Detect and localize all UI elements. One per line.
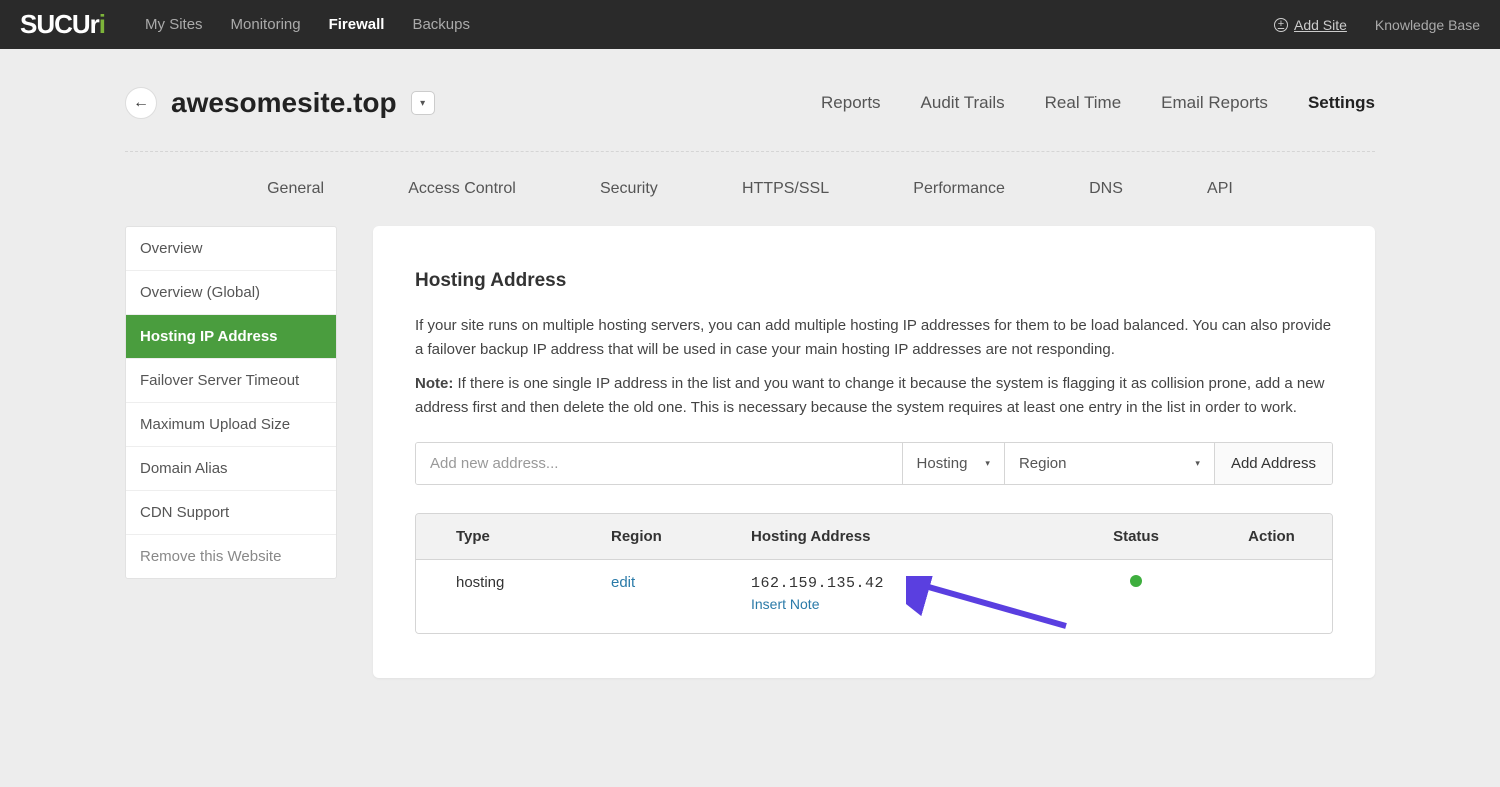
add-address-button[interactable]: Add Address — [1214, 443, 1332, 484]
chevron-down-icon: ▾ — [420, 98, 425, 109]
region-select[interactable]: Region ▾ — [1004, 443, 1214, 484]
th-action: Action — [1211, 528, 1332, 545]
note-text: If there is one single IP address in the… — [415, 375, 1324, 416]
cell-type: hosting — [416, 574, 591, 613]
header-tabs: Reports Audit Trails Real Time Email Rep… — [821, 93, 1375, 113]
tab-email-reports[interactable]: Email Reports — [1161, 93, 1268, 113]
sidebar-item-cdn-support[interactable]: CDN Support — [126, 491, 336, 535]
cell-region: edit — [591, 574, 731, 613]
ip-address: 162.159.135.42 — [751, 575, 884, 592]
note-label: Note: — [415, 375, 453, 392]
add-site-link[interactable]: + Add Site — [1274, 17, 1347, 33]
insert-note-link[interactable]: Insert Note — [751, 596, 819, 612]
knowledge-base-link[interactable]: Knowledge Base — [1375, 17, 1480, 33]
subtab-dns[interactable]: DNS — [1089, 180, 1123, 198]
table-header-row: Type Region Hosting Address Status Actio… — [416, 514, 1332, 560]
tab-real-time[interactable]: Real Time — [1045, 93, 1122, 113]
cell-action — [1211, 574, 1332, 613]
main-area: Overview Overview (Global) Hosting IP Ad… — [125, 226, 1375, 678]
subtab-access-control[interactable]: Access Control — [408, 180, 516, 198]
sidebar-item-max-upload[interactable]: Maximum Upload Size — [126, 403, 336, 447]
th-region: Region — [591, 528, 731, 545]
plus-circle-icon: + — [1274, 18, 1288, 32]
th-type: Type — [416, 528, 591, 545]
settings-sidebar: Overview Overview (Global) Hosting IP Ad… — [125, 226, 337, 579]
th-status: Status — [1061, 528, 1211, 545]
cell-address: 162.159.135.42 Insert Note — [731, 574, 1061, 613]
arrow-left-icon: ← — [133, 94, 149, 112]
page-container: ← awesomesite.top ▾ Reports Audit Trails… — [125, 49, 1375, 708]
sidebar-item-overview-global[interactable]: Overview (Global) — [126, 271, 336, 315]
sidebar-item-domain-alias[interactable]: Domain Alias — [126, 447, 336, 491]
sidebar-item-remove-website[interactable]: Remove this Website — [126, 535, 336, 578]
subtab-api[interactable]: API — [1207, 180, 1233, 198]
hosting-table: Type Region Hosting Address Status Actio… — [415, 513, 1333, 634]
tab-audit-trails[interactable]: Audit Trails — [921, 93, 1005, 113]
th-address: Hosting Address — [731, 528, 1061, 545]
sidebar-item-overview[interactable]: Overview — [126, 227, 336, 271]
nav-my-sites[interactable]: My Sites — [145, 16, 203, 33]
type-select[interactable]: Hosting ▾ — [902, 443, 1004, 484]
site-title: awesomesite.top — [171, 87, 397, 119]
nav-firewall[interactable]: Firewall — [329, 16, 385, 33]
header-left: ← awesomesite.top ▾ — [125, 87, 435, 119]
back-button[interactable]: ← — [125, 87, 157, 119]
edit-region-link[interactable]: edit — [611, 574, 635, 591]
logo-text: SUCUri — [20, 9, 105, 40]
subtab-performance[interactable]: Performance — [913, 180, 1005, 198]
add-site-label: Add Site — [1294, 17, 1347, 33]
tab-settings[interactable]: Settings — [1308, 93, 1375, 113]
page-header: ← awesomesite.top ▾ Reports Audit Trails… — [125, 87, 1375, 152]
nav-monitoring[interactable]: Monitoring — [231, 16, 301, 33]
add-address-row: Hosting ▾ Region ▾ Add Address — [415, 442, 1333, 485]
subtab-https-ssl[interactable]: HTTPS/SSL — [742, 180, 829, 198]
logo[interactable]: SUCUri — [20, 9, 105, 40]
add-address-input[interactable] — [416, 443, 902, 484]
subtab-general[interactable]: General — [267, 180, 324, 198]
topnav-items: My Sites Monitoring Firewall Backups — [145, 16, 1274, 33]
sidebar-item-failover[interactable]: Failover Server Timeout — [126, 359, 336, 403]
settings-subtabs: General Access Control Security HTTPS/SS… — [125, 152, 1375, 226]
section-heading: Hosting Address — [415, 270, 1333, 292]
status-dot-icon — [1130, 575, 1142, 587]
site-dropdown-button[interactable]: ▾ — [411, 91, 435, 115]
top-navbar: SUCUri My Sites Monitoring Firewall Back… — [0, 0, 1500, 49]
topnav-right: + Add Site Knowledge Base — [1274, 17, 1480, 33]
caret-down-icon: ▾ — [1195, 458, 1200, 469]
caret-down-icon: ▾ — [985, 458, 990, 469]
subtab-security[interactable]: Security — [600, 180, 658, 198]
content-card: Hosting Address If your site runs on mul… — [373, 226, 1375, 678]
tab-reports[interactable]: Reports — [821, 93, 881, 113]
intro-paragraph: If your site runs on multiple hosting se… — [415, 314, 1333, 362]
nav-backups[interactable]: Backups — [412, 16, 470, 33]
region-select-value: Region — [1019, 455, 1067, 472]
note-paragraph: Note: If there is one single IP address … — [415, 372, 1333, 420]
type-select-value: Hosting — [917, 455, 968, 472]
cell-status — [1061, 574, 1211, 613]
table-row: hosting edit 162.159.135.42 Insert Note — [416, 560, 1332, 633]
sidebar-item-hosting-ip[interactable]: Hosting IP Address — [126, 315, 336, 359]
